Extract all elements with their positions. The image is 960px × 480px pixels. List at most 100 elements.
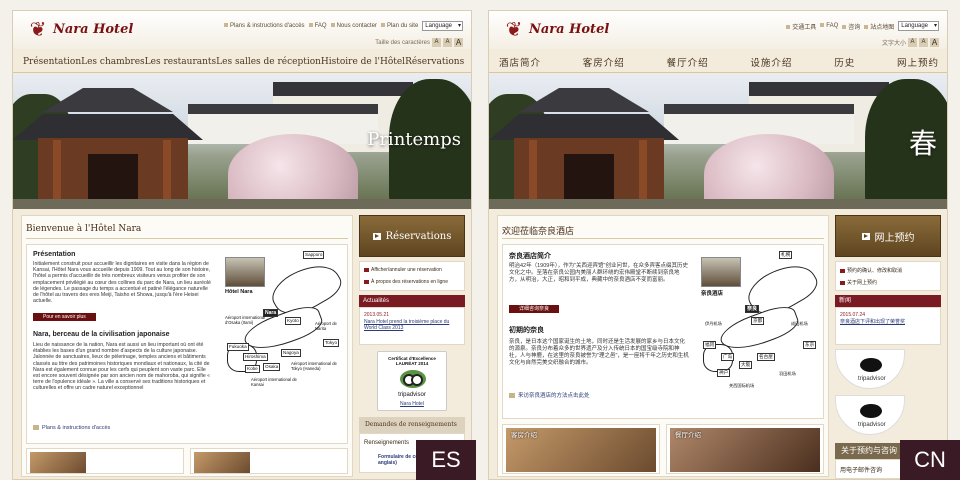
toplink-sitemap[interactable]: 站点地图 [864, 22, 894, 31]
city-label: 福冈 [703, 341, 717, 349]
tripadvisor-badge[interactable]: Certificat d'Excellence LAURÉAT 2014 trip… [377, 351, 447, 411]
city-label: Kobe [245, 365, 260, 373]
reservations-button[interactable]: Réservations [359, 215, 465, 257]
hotel-photo-label: 奈良酒店 [701, 291, 724, 297]
logo[interactable]: ❦ Nara Hotel [503, 17, 610, 41]
email-inquiry-link[interactable]: 用电子邮件咨询 [840, 465, 882, 474]
link-online-reservations[interactable]: À propos des réservations en ligne [364, 279, 448, 285]
news-link[interactable]: Nara Hotel prend la troisième place du W… [364, 319, 462, 331]
nav-history[interactable]: Histoire de l'Hôtel [321, 57, 405, 67]
nav-reservations[interactable]: 网上预约 [897, 55, 939, 69]
ta-certificate-title: Certificat d'Excellence LAURÉAT 2014 [388, 356, 436, 366]
font-large-button[interactable]: A [454, 38, 463, 47]
site-panel-es: ❦ Nara Hotel Plans & instructions d'accè… [12, 10, 472, 480]
plans-link[interactable]: Plans & instructions d'accès [33, 425, 110, 431]
rooms-card[interactable]: 客房介绍 [502, 424, 660, 474]
airport-note: Aéroport international de Tokyo (Haneda) [291, 361, 337, 371]
more-button[interactable]: 详细咨询奈良 [509, 305, 560, 313]
hero-caption: Printemps [367, 129, 461, 150]
nav-rooms[interactable]: 客房介绍 [583, 55, 625, 69]
city-label: Kyoto [285, 317, 301, 325]
link-manage-reservation[interactable]: Afficher/annuler une réservation [364, 267, 442, 273]
top-links: Plans & instructions d'accès FAQ Nous co… [224, 21, 463, 31]
section-title-presentation: Présentation [33, 251, 76, 258]
nav-restaurants[interactable]: 餐厅介绍 [667, 55, 709, 69]
nav-reservations[interactable]: Réservations [405, 57, 464, 67]
toplink-faq[interactable]: FAQ [820, 23, 838, 29]
font-small-button[interactable]: A [432, 38, 441, 47]
nav-overview[interactable]: 酒店简介 [499, 55, 541, 69]
hero-caption: 春 [908, 127, 937, 160]
font-size-label: Taille des caractères [375, 39, 430, 46]
airport-note: 羽田机场 [779, 371, 796, 376]
font-small-button[interactable]: A [908, 38, 917, 47]
font-large-button[interactable]: A [930, 38, 939, 47]
font-size-control: Taille des caractères A A A [375, 38, 463, 47]
city-label: 神户 [717, 369, 731, 377]
link-online-reservations[interactable]: 关于网上预约 [840, 279, 877, 286]
tripadvisor-badge[interactable]: tripadvisor [835, 395, 905, 435]
ta-wordmark: tripadvisor [858, 376, 886, 382]
nav-rooms[interactable]: Les chambres [81, 57, 145, 67]
divider [26, 238, 348, 239]
hero-image: 春 [489, 74, 947, 209]
airport-note: 成田机场 [791, 321, 808, 326]
nav-restaurants[interactable]: Les restaurants [145, 57, 217, 67]
section-text-overview: 明治42年（1909年），作为"关西迎宾馆"创业问世，在众多宾客点缀其历史文化之… [509, 263, 689, 283]
tripadvisor-badge[interactable]: tripadvisor [835, 349, 905, 389]
news-box: 2013.05.21 Nara Hotel prend la troisième… [359, 307, 465, 345]
more-button[interactable]: Pour en savoir plus [33, 313, 96, 321]
city-label: 东京 [803, 341, 817, 349]
reservations-button[interactable]: 网上预约 [835, 215, 941, 257]
toplink-sitemap[interactable]: Plan du site [380, 23, 418, 29]
photo-card[interactable] [26, 448, 184, 474]
city-label-nara: 奈良 [745, 305, 760, 313]
photo-card[interactable] [190, 448, 348, 474]
toplink-contact[interactable]: Nous contacter [330, 23, 377, 29]
nav-reception[interactable]: Les salles de réception [216, 57, 321, 67]
header: ❦ Nara Hotel Plans & instructions d'accè… [13, 11, 471, 49]
toplink-contact[interactable]: 咨询 [842, 22, 860, 31]
plans-link[interactable]: 来访奈良酒店的方法点击此处 [509, 391, 590, 399]
city-label: 大阪 [739, 361, 753, 369]
news-link[interactable]: 奈良酒店下评和出现了荣誉奖 [840, 319, 938, 325]
logo[interactable]: ❦ Nara Hotel [27, 17, 134, 41]
toplink-access[interactable]: 交通工具 [786, 22, 816, 31]
city-label: Osaka [263, 363, 281, 371]
site-panel-cn: ❦ Nara Hotel 交通工具 FAQ 咨询 站点地图 Language 文… [488, 10, 948, 480]
reservation-links: 预约的确认、修改和取消 关于网上预约 [835, 261, 941, 291]
news-date: 2013.05.21 [364, 312, 390, 318]
intro-box: 奈良酒店简介 明治42年（1909年），作为"关西迎宾馆"创业问世，在众多宾客点… [502, 244, 824, 419]
japan-map: 奈良酒店 札幌 奈良 京都 福冈 神户 大阪 名古屋 东京 广岛 成田机场 伊丹… [699, 249, 823, 399]
section-text-presentation: Initialement construit pour accueillir l… [33, 261, 211, 305]
city-label: 广岛 [721, 353, 735, 361]
sidebar: Réservations Afficher/annuler une réserv… [359, 215, 465, 477]
ta-hotel-link[interactable]: Nara Hotel [378, 401, 446, 407]
nav-presentation[interactable]: Présentation [23, 57, 81, 67]
nav-facilities[interactable]: 设施介绍 [750, 55, 792, 69]
restaurants-card-caption: 餐厅介绍 [675, 431, 701, 439]
airport-note: Aéroport international de Kansai [251, 377, 297, 387]
language-select[interactable]: Language [422, 21, 463, 31]
language-select[interactable]: Language [898, 21, 939, 31]
font-medium-button[interactable]: A [443, 38, 452, 47]
ta-wordmark: tripadvisor [398, 392, 426, 398]
link-manage-reservation[interactable]: 预约的确认、修改和取消 [840, 267, 902, 274]
restaurants-card[interactable]: 餐厅介绍 [666, 424, 824, 474]
section-title-nara: Nara, berceau de la civilisation japonai… [33, 331, 170, 338]
main-content: 欢迎莅临奈良酒店 奈良酒店简介 明治42年（1909年），作为"关西迎宾馆"创业… [497, 215, 829, 477]
font-medium-button[interactable]: A [919, 38, 928, 47]
crest-icon: ❦ [29, 17, 47, 41]
section-text-nara: Lieu de naissance de la nation, Nara est… [33, 342, 211, 392]
toplink-faq[interactable]: FAQ [308, 23, 327, 29]
toplink-access[interactable]: Plans & instructions d'accès [224, 23, 305, 29]
main-nav: Présentation Les chambres Les restaurant… [13, 51, 471, 73]
header: ❦ Nara Hotel 交通工具 FAQ 咨询 站点地图 Language 文… [489, 11, 947, 49]
welcome-title: Bienvenue à l'Hôtel Nara [26, 224, 142, 234]
japan-map: Hôtel Nara Sapporo Nara Kyoto Fukuoka Ko… [223, 249, 347, 399]
request-label: Renseignements [364, 440, 410, 446]
nav-history[interactable]: 历史 [834, 55, 855, 69]
arrow-icon [372, 232, 381, 240]
ta-wordmark: tripadvisor [858, 422, 886, 428]
news-header: 新闻 [835, 295, 941, 307]
